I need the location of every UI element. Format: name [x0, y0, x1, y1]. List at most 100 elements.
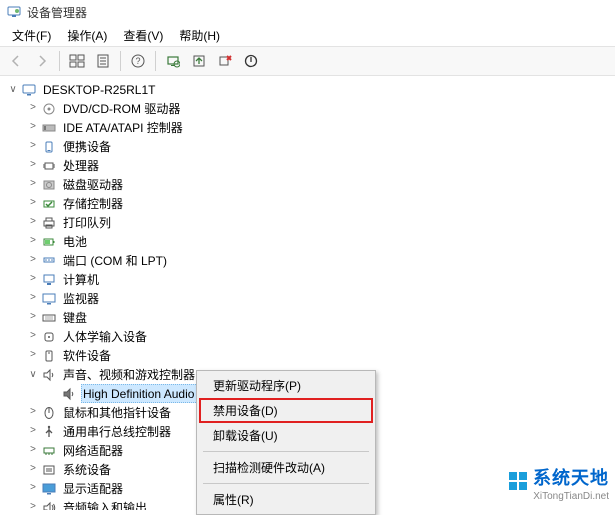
tree-item-label: 打印队列 [61, 213, 113, 232]
toolbar-separator [120, 51, 121, 71]
expand-icon[interactable]: > [26, 464, 40, 475]
tree-item[interactable]: > 计算机 [22, 270, 613, 289]
uninstall-button[interactable] [213, 49, 237, 73]
toolbar-separator [155, 51, 156, 71]
cpu-icon [40, 158, 58, 174]
tree-item-label: 鼠标和其他指针设备 [61, 403, 173, 422]
expand-icon[interactable]: > [26, 255, 40, 266]
tree-item-label: 人体学输入设备 [61, 327, 149, 346]
tree-item[interactable]: > DVD/CD-ROM 驱动器 [22, 99, 613, 118]
printer-icon [40, 215, 58, 231]
forward-button[interactable] [30, 49, 54, 73]
toolbar: ? [0, 46, 615, 76]
menu-file[interactable]: 文件(F) [4, 25, 59, 46]
tree-item[interactable]: >便携设备 [22, 137, 613, 156]
window-title: 设备管理器 [27, 4, 87, 21]
ctx-properties[interactable]: 属性(R) [199, 487, 373, 512]
tree-item-label: 网络适配器 [61, 441, 125, 460]
expand-icon[interactable]: > [26, 445, 40, 456]
tree-item-label: 音频输入和输出 [61, 498, 149, 510]
tree-item[interactable]: >软件设备 [22, 346, 613, 365]
speaker-icon [60, 386, 78, 402]
port-icon [40, 253, 58, 269]
tree-item-label: 计算机 [61, 270, 101, 289]
tree-item-label: DVD/CD-ROM 驱动器 [61, 99, 182, 118]
tree-item-label: 声音、视频和游戏控制器 [61, 365, 197, 384]
tree-item-label: 监视器 [61, 289, 101, 308]
update-driver-button[interactable] [187, 49, 211, 73]
tree-item[interactable]: >磁盘驱动器 [22, 175, 613, 194]
ide-icon [40, 120, 58, 136]
expand-icon[interactable]: > [26, 217, 40, 228]
collapse-icon[interactable]: ∨ [26, 369, 40, 381]
watermark-url: XiTongTianDi.net [508, 491, 609, 502]
expand-icon[interactable]: > [26, 293, 40, 304]
tree-item-label: 通用串行总线控制器 [61, 422, 173, 441]
ctx-update-driver[interactable]: 更新驱动程序(P) [199, 373, 373, 398]
collapse-icon[interactable]: ∨ [6, 84, 20, 96]
watermark-text: 系统天地 [533, 468, 609, 488]
tree-item[interactable]: > 存储控制器 [22, 194, 613, 213]
tree-item-label: 显示适配器 [61, 479, 125, 498]
tree-item-label: 电池 [61, 232, 89, 251]
tree-item-label: 键盘 [61, 308, 89, 327]
expand-icon[interactable]: > [26, 331, 40, 342]
disk-icon [40, 177, 58, 193]
expand-icon[interactable]: > [26, 198, 40, 209]
tree-item[interactable]: > 打印队列 [22, 213, 613, 232]
expand-icon[interactable]: > [26, 312, 40, 323]
expand-icon[interactable]: > [26, 141, 40, 152]
sound-icon [40, 367, 58, 383]
expand-icon[interactable]: > [26, 502, 40, 510]
expand-icon[interactable]: > [26, 426, 40, 437]
monitor-icon [40, 291, 58, 307]
ctx-scan-hardware[interactable]: 扫描检测硬件改动(A) [199, 455, 373, 480]
network-icon [40, 443, 58, 459]
tree-item[interactable]: > 处理器 [22, 156, 613, 175]
tree-item[interactable]: > 监视器 [22, 289, 613, 308]
computer-icon [20, 82, 38, 98]
expand-icon[interactable]: > [26, 160, 40, 171]
tree-item[interactable]: > 人体学输入设备 [22, 327, 613, 346]
tree-root[interactable]: ∨ DESKTOP-R25RL1T [2, 80, 613, 99]
tree-item[interactable]: > 键盘 [22, 308, 613, 327]
properties-button[interactable] [91, 49, 115, 73]
mouse-icon [40, 405, 58, 421]
tree-item-label: 系统设备 [61, 460, 113, 479]
menubar: 文件(F) 操作(A) 查看(V) 帮助(H) [0, 24, 615, 46]
back-button[interactable] [4, 49, 28, 73]
svg-text:?: ? [135, 56, 140, 66]
expand-icon[interactable]: > [26, 483, 40, 494]
ctx-uninstall-device[interactable]: 卸载设备(U) [199, 423, 373, 448]
display-icon [40, 481, 58, 497]
tree-item-label: 处理器 [61, 156, 101, 175]
context-menu: 更新驱动程序(P) 禁用设备(D) 卸载设备(U) 扫描检测硬件改动(A) 属性… [196, 370, 376, 515]
help-toolbar-button[interactable]: ? [126, 49, 150, 73]
menu-help[interactable]: 帮助(H) [171, 25, 228, 46]
ctx-separator [203, 451, 369, 452]
expand-icon[interactable]: > [26, 236, 40, 247]
system-icon [40, 462, 58, 478]
expand-icon[interactable]: > [26, 179, 40, 190]
ctx-disable-device[interactable]: 禁用设备(D) [199, 398, 373, 423]
scan-hardware-button[interactable] [161, 49, 185, 73]
expand-icon[interactable]: > [26, 274, 40, 285]
disable-button[interactable] [239, 49, 263, 73]
tree-item-label: 存储控制器 [61, 194, 125, 213]
expand-icon[interactable]: > [26, 103, 40, 114]
software-icon [40, 348, 58, 364]
menu-action[interactable]: 操作(A) [59, 25, 115, 46]
expand-icon[interactable]: > [26, 122, 40, 133]
tree-item-label: 端口 (COM 和 LPT) [61, 251, 169, 270]
usb-icon [40, 424, 58, 440]
show-all-button[interactable] [65, 49, 89, 73]
hid-icon [40, 329, 58, 345]
tree-item[interactable]: >IDE ATA/ATAPI 控制器 [22, 118, 613, 137]
expand-icon[interactable]: > [26, 407, 40, 418]
titlebar: 设备管理器 [0, 0, 615, 24]
menu-view[interactable]: 查看(V) [115, 25, 171, 46]
computer-icon [40, 272, 58, 288]
tree-item[interactable]: > 电池 [22, 232, 613, 251]
tree-item[interactable]: > 端口 (COM 和 LPT) [22, 251, 613, 270]
expand-icon[interactable]: > [26, 350, 40, 361]
